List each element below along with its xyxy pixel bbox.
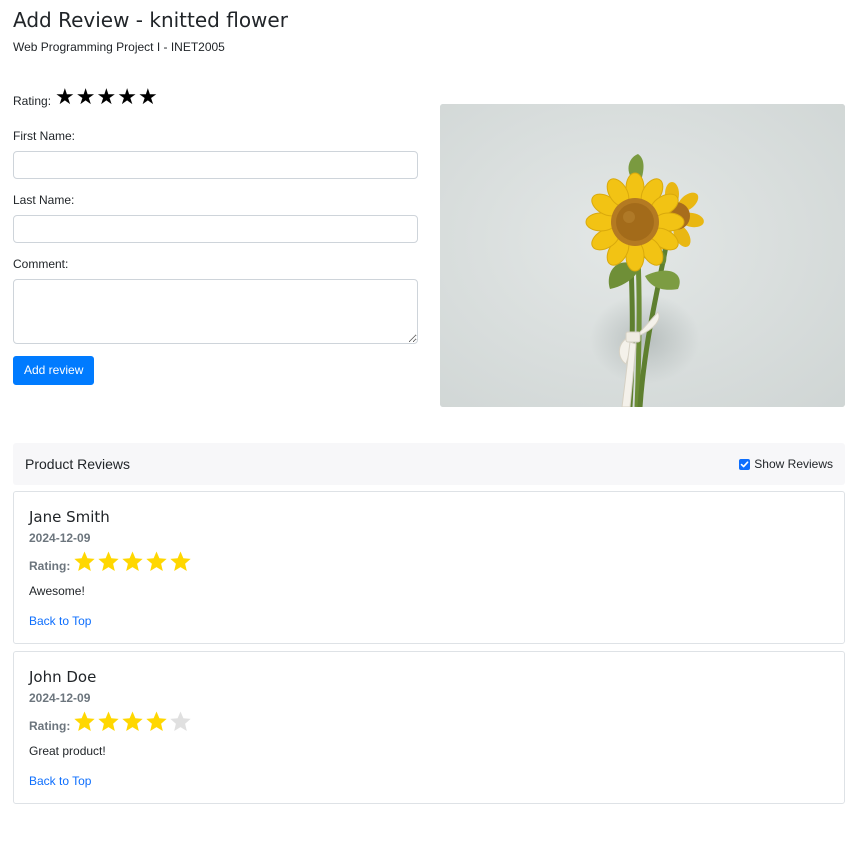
star-filled-icon <box>122 551 143 571</box>
back-to-top-link[interactable]: Back to Top <box>29 614 91 628</box>
star-filled-icon <box>74 711 95 731</box>
rating-star-5-icon[interactable]: ★ <box>138 87 158 109</box>
rating-picker: Rating: ★ ★ ★ ★ ★ <box>13 85 418 111</box>
page-subtitle: Web Programming Project I - INET2005 <box>13 40 225 54</box>
rating-label: Rating: <box>13 94 52 108</box>
star-filled-icon <box>146 711 167 731</box>
review-comment: Great product! <box>29 744 106 758</box>
review-date: 2024-12-09 <box>29 691 91 705</box>
rating-star-3-icon[interactable]: ★ <box>97 87 117 109</box>
last-name-label: Last Name: <box>13 193 75 207</box>
star-filled-icon <box>98 551 119 571</box>
review-rating: Rating: <box>29 550 193 573</box>
rating-star-4-icon[interactable]: ★ <box>117 87 137 109</box>
star-filled-icon <box>122 711 143 731</box>
back-to-top-link[interactable]: Back to Top <box>29 774 91 788</box>
comment-label: Comment: <box>13 257 69 271</box>
star-filled-icon <box>98 711 119 731</box>
reviewer-name: Jane Smith <box>29 508 110 526</box>
review-rating-label: Rating: <box>29 718 71 733</box>
star-filled-icon <box>146 551 167 571</box>
checkbox-checked-icon[interactable] <box>739 458 751 470</box>
review-card: John Doe 2024-12-09 Rating: Great produc… <box>13 651 845 804</box>
show-reviews-toggle[interactable]: Show Reviews <box>739 457 833 471</box>
last-name-input[interactable] <box>13 215 418 243</box>
add-review-form: Rating: ★ ★ ★ ★ ★ First Name: Last Name:… <box>13 85 418 385</box>
review-date: 2024-12-09 <box>29 531 91 545</box>
first-name-input[interactable] <box>13 151 418 179</box>
comment-textarea[interactable] <box>13 279 418 344</box>
review-rating: Rating: <box>29 710 193 733</box>
star-filled-icon <box>74 551 95 571</box>
review-rating-label: Rating: <box>29 558 71 573</box>
star-filled-icon <box>170 551 191 571</box>
add-review-button[interactable]: Add review <box>13 356 95 385</box>
rating-star-1-icon[interactable]: ★ <box>55 87 75 109</box>
page-title: Add Review - knitted flower <box>13 8 288 32</box>
star-empty-icon <box>170 711 191 731</box>
first-name-label: First Name: <box>13 129 76 143</box>
review-comment: Awesome! <box>29 584 85 598</box>
reviews-title: Product Reviews <box>25 456 131 472</box>
knitted-sunflower-photo <box>440 104 845 407</box>
reviews-header: Product Reviews Show Reviews <box>13 443 845 485</box>
product-image <box>440 104 845 407</box>
rating-star-2-icon[interactable]: ★ <box>76 87 96 109</box>
reviewer-name: John Doe <box>29 668 97 686</box>
show-reviews-label: Show Reviews <box>754 457 833 471</box>
review-card: Jane Smith 2024-12-09 Rating: Awesome! B… <box>13 491 845 644</box>
